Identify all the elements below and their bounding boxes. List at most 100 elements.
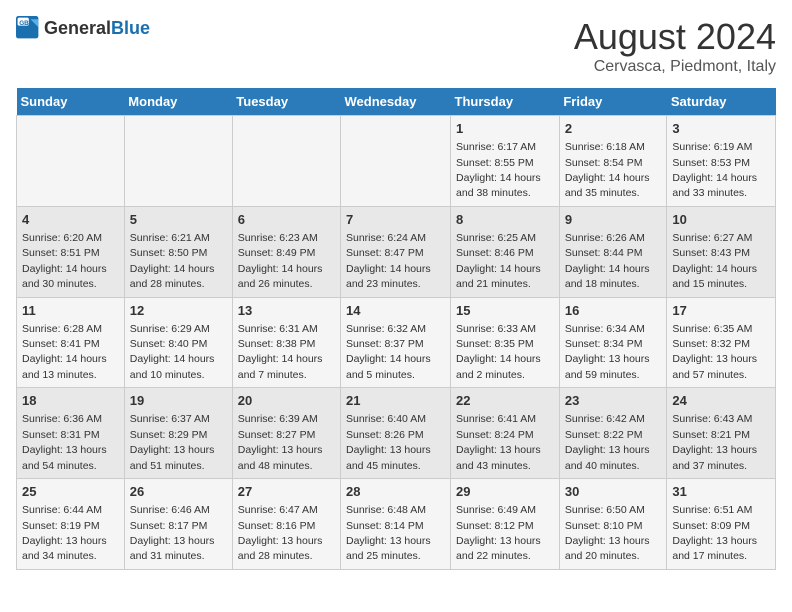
calendar-cell xyxy=(232,116,340,207)
day-number: 19 xyxy=(130,392,227,410)
calendar-cell: 6Sunrise: 6:23 AM Sunset: 8:49 PM Daylig… xyxy=(232,206,340,297)
day-info: Sunrise: 6:28 AM Sunset: 8:41 PM Dayligh… xyxy=(22,323,107,381)
day-info: Sunrise: 6:47 AM Sunset: 8:16 PM Dayligh… xyxy=(238,504,323,562)
day-info: Sunrise: 6:21 AM Sunset: 8:50 PM Dayligh… xyxy=(130,232,215,290)
day-number: 10 xyxy=(672,211,770,229)
logo: GB GeneralBlue xyxy=(16,16,150,40)
day-number: 24 xyxy=(672,392,770,410)
calendar-week-5: 25Sunrise: 6:44 AM Sunset: 8:19 PM Dayli… xyxy=(17,479,776,570)
day-number: 21 xyxy=(346,392,445,410)
calendar-table: Sunday Monday Tuesday Wednesday Thursday… xyxy=(16,88,776,570)
calendar-cell: 9 Sunrise: 6:26 AM Sunset: 8:44 PM Daylig… xyxy=(559,206,667,297)
day-info: Sunrise: 6:19 AM Sunset: 8:53 PM Dayligh… xyxy=(672,141,757,199)
day-number: 28 xyxy=(346,483,445,501)
day-info: Sunrise: 6:50 AM Sunset: 8:10 PM Dayligh… xyxy=(565,504,650,562)
calendar-cell: 14 Sunrise: 6:32 AM Sunset: 8:37 PM Dayli… xyxy=(341,297,451,388)
day-number: 31 xyxy=(672,483,770,501)
day-info: Sunrise: 6:35 AM Sunset: 8:32 PM Dayligh… xyxy=(672,323,757,381)
day-number: 22 xyxy=(456,392,554,410)
day-info: Sunrise: 6:24 AM Sunset: 8:47 PM Dayligh… xyxy=(346,232,431,290)
sub-title: Cervasca, Piedmont, Italy xyxy=(574,58,776,76)
main-title: August 2024 xyxy=(574,16,776,58)
calendar-cell: 16Sunrise: 6:34 AM Sunset: 8:34 PM Dayli… xyxy=(559,297,667,388)
logo-blue: Blue xyxy=(111,18,150,38)
header-wednesday: Wednesday xyxy=(341,88,451,116)
day-info: Sunrise: 6:42 AM Sunset: 8:22 PM Dayligh… xyxy=(565,413,650,471)
logo-icon: GB xyxy=(16,16,40,40)
calendar-header: Sunday Monday Tuesday Wednesday Thursday… xyxy=(17,88,776,116)
day-number: 26 xyxy=(130,483,227,501)
calendar-cell: 8 Sunrise: 6:25 AM Sunset: 8:46 PM Daylig… xyxy=(451,206,560,297)
day-info: Sunrise: 6:26 AM Sunset: 8:44 PM Dayligh… xyxy=(565,232,650,290)
calendar-body: 1 Sunrise: 6:17 AM Sunset: 8:55 PM Daylig… xyxy=(17,116,776,570)
calendar-cell: 10Sunrise: 6:27 AM Sunset: 8:43 PM Dayli… xyxy=(667,206,776,297)
calendar-cell: 15Sunrise: 6:33 AM Sunset: 8:35 PM Dayli… xyxy=(451,297,560,388)
calendar-week-3: 11Sunrise: 6:28 AM Sunset: 8:41 PM Dayli… xyxy=(17,297,776,388)
calendar-cell: 20 Sunrise: 6:39 AM Sunset: 8:27 PM Dayli… xyxy=(232,388,340,479)
header-tuesday: Tuesday xyxy=(232,88,340,116)
day-info: Sunrise: 6:51 AM Sunset: 8:09 PM Dayligh… xyxy=(672,504,757,562)
day-number: 9 xyxy=(565,211,662,229)
day-info: Sunrise: 6:31 AM Sunset: 8:38 PM Dayligh… xyxy=(238,323,323,381)
title-area: August 2024 Cervasca, Piedmont, Italy xyxy=(574,16,776,76)
day-info: Sunrise: 6:41 AM Sunset: 8:24 PM Dayligh… xyxy=(456,413,541,471)
day-number: 23 xyxy=(565,392,662,410)
calendar-cell: 18 Sunrise: 6:36 AM Sunset: 8:31 PM Dayli… xyxy=(17,388,125,479)
calendar-cell: 11Sunrise: 6:28 AM Sunset: 8:41 PM Dayli… xyxy=(17,297,125,388)
calendar-cell: 19 Sunrise: 6:37 AM Sunset: 8:29 PM Dayli… xyxy=(124,388,232,479)
calendar-cell xyxy=(124,116,232,207)
calendar-cell: 3 Sunrise: 6:19 AM Sunset: 8:53 PM Daylig… xyxy=(667,116,776,207)
day-number: 20 xyxy=(238,392,335,410)
day-number: 7 xyxy=(346,211,445,229)
day-number: 8 xyxy=(456,211,554,229)
calendar-cell: 31 Sunrise: 6:51 AM Sunset: 8:09 PM Dayli… xyxy=(667,479,776,570)
header-thursday: Thursday xyxy=(451,88,560,116)
day-number: 15 xyxy=(456,302,554,320)
calendar-cell: 26 Sunrise: 6:46 AM Sunset: 8:17 PM Dayli… xyxy=(124,479,232,570)
day-info: Sunrise: 6:29 AM Sunset: 8:40 PM Dayligh… xyxy=(130,323,215,381)
day-info: Sunrise: 6:49 AM Sunset: 8:12 PM Dayligh… xyxy=(456,504,541,562)
header-monday: Monday xyxy=(124,88,232,116)
day-number: 1 xyxy=(456,120,554,138)
day-number: 27 xyxy=(238,483,335,501)
day-info: Sunrise: 6:20 AM Sunset: 8:51 PM Dayligh… xyxy=(22,232,107,290)
day-number: 18 xyxy=(22,392,119,410)
day-number: 13 xyxy=(238,302,335,320)
day-info: Sunrise: 6:17 AM Sunset: 8:55 PM Dayligh… xyxy=(456,141,541,199)
day-info: Sunrise: 6:25 AM Sunset: 8:46 PM Dayligh… xyxy=(456,232,541,290)
day-info: Sunrise: 6:40 AM Sunset: 8:26 PM Dayligh… xyxy=(346,413,431,471)
day-info: Sunrise: 6:32 AM Sunset: 8:37 PM Dayligh… xyxy=(346,323,431,381)
calendar-cell: 29 Sunrise: 6:49 AM Sunset: 8:12 PM Dayli… xyxy=(451,479,560,570)
calendar-cell: 13 Sunrise: 6:31 AM Sunset: 8:38 PM Dayli… xyxy=(232,297,340,388)
calendar-week-1: 1 Sunrise: 6:17 AM Sunset: 8:55 PM Daylig… xyxy=(17,116,776,207)
calendar-week-4: 18 Sunrise: 6:36 AM Sunset: 8:31 PM Dayli… xyxy=(17,388,776,479)
calendar-cell: 24 Sunrise: 6:43 AM Sunset: 8:21 PM Dayli… xyxy=(667,388,776,479)
day-number: 14 xyxy=(346,302,445,320)
calendar-cell: 22 Sunrise: 6:41 AM Sunset: 8:24 PM Dayli… xyxy=(451,388,560,479)
calendar-cell: 27 Sunrise: 6:47 AM Sunset: 8:16 PM Dayli… xyxy=(232,479,340,570)
day-info: Sunrise: 6:39 AM Sunset: 8:27 PM Dayligh… xyxy=(238,413,323,471)
day-info: Sunrise: 6:44 AM Sunset: 8:19 PM Dayligh… xyxy=(22,504,107,562)
logo-general: General xyxy=(44,18,111,38)
day-number: 2 xyxy=(565,120,662,138)
calendar-cell: 12 Sunrise: 6:29 AM Sunset: 8:40 PM Dayli… xyxy=(124,297,232,388)
header-row: Sunday Monday Tuesday Wednesday Thursday… xyxy=(17,88,776,116)
day-number: 3 xyxy=(672,120,770,138)
day-number: 29 xyxy=(456,483,554,501)
calendar-cell: 7 Sunrise: 6:24 AM Sunset: 8:47 PM Daylig… xyxy=(341,206,451,297)
calendar-cell xyxy=(17,116,125,207)
calendar-cell: 1 Sunrise: 6:17 AM Sunset: 8:55 PM Daylig… xyxy=(451,116,560,207)
day-number: 17 xyxy=(672,302,770,320)
day-info: Sunrise: 6:37 AM Sunset: 8:29 PM Dayligh… xyxy=(130,413,215,471)
day-number: 4 xyxy=(22,211,119,229)
day-info: Sunrise: 6:34 AM Sunset: 8:34 PM Dayligh… xyxy=(565,323,650,381)
calendar-cell: 17 Sunrise: 6:35 AM Sunset: 8:32 PM Dayli… xyxy=(667,297,776,388)
calendar-cell: 23 Sunrise: 6:42 AM Sunset: 8:22 PM Dayli… xyxy=(559,388,667,479)
day-info: Sunrise: 6:43 AM Sunset: 8:21 PM Dayligh… xyxy=(672,413,757,471)
day-info: Sunrise: 6:36 AM Sunset: 8:31 PM Dayligh… xyxy=(22,413,107,471)
calendar-cell: 25Sunrise: 6:44 AM Sunset: 8:19 PM Dayli… xyxy=(17,479,125,570)
day-number: 6 xyxy=(238,211,335,229)
day-number: 12 xyxy=(130,302,227,320)
day-info: Sunrise: 6:46 AM Sunset: 8:17 PM Dayligh… xyxy=(130,504,215,562)
header-saturday: Saturday xyxy=(667,88,776,116)
